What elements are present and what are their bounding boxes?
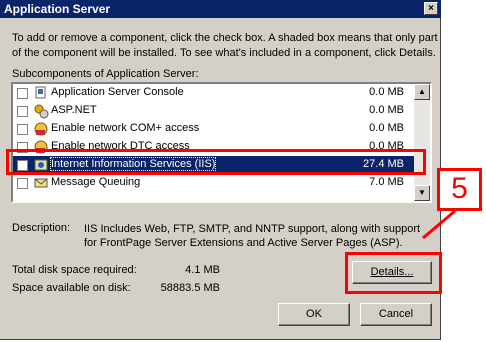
step-number: 5 — [451, 172, 468, 205]
annotation-arrow — [422, 209, 456, 240]
step-number-callout: 5 — [437, 168, 482, 211]
